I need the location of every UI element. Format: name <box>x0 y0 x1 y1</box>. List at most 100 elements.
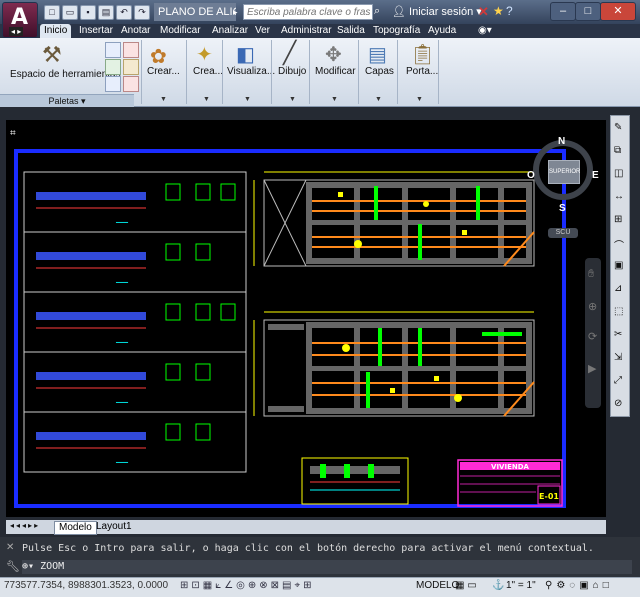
tool-icon-9[interactable]: ⬚ <box>614 306 623 317</box>
tab-salida[interactable]: Salida <box>337 24 365 38</box>
tab-inicio[interactable]: Inicio <box>40 24 72 38</box>
tab-options-icon[interactable]: ◉▾ <box>478 24 492 38</box>
search-icon[interactable]: ⌕ <box>374 5 380 18</box>
undo-icon[interactable]: ↶ <box>116 5 132 20</box>
tool-icon-12[interactable]: ⤢ <box>614 375 622 386</box>
compass-north[interactable]: N <box>558 136 565 147</box>
draw-button[interactable]: Dibujo <box>278 66 306 77</box>
palettes-panel-label[interactable]: Paletas ▾ <box>0 94 134 107</box>
create-button[interactable]: Crear... <box>147 66 180 77</box>
palette-icon-4[interactable] <box>123 59 139 75</box>
palette-icon-6[interactable] <box>123 76 139 92</box>
maximize-button[interactable]: □ <box>575 2 601 21</box>
tool-icon-10[interactable]: ✂ <box>614 329 622 340</box>
clipboard-dropdown-icon[interactable]: ▼ <box>416 96 423 103</box>
annotation-scale-icon[interactable]: ⚓ <box>492 580 504 591</box>
tab-anotar[interactable]: Anotar <box>121 24 150 38</box>
sign-in-link[interactable]: 👤︎ Iniciar sesión ▾ <box>392 5 482 18</box>
palette-icon-3[interactable] <box>105 59 121 75</box>
minimize-button[interactable]: – <box>550 2 576 21</box>
layers-dropdown-icon[interactable]: ▼ <box>375 96 382 103</box>
autocad-window: A ◂ ▸ □ ▭ ▪ ▤ ↶ ↷ PLANO DE ALIGER... ▸ ⌕… <box>0 0 640 597</box>
ribbon-separator <box>309 40 310 104</box>
tool-icon-4[interactable]: ↔ <box>614 191 624 202</box>
ucs-icon: ⌗ <box>10 128 16 139</box>
drawing-canvas[interactable]: ⌗ ━━━━ ━━━━ ━━━━ ━━━━ ━━━━ VIVIENDA E-01 <box>6 120 606 517</box>
tool-icon-1[interactable]: ✎ <box>614 122 622 133</box>
help-icon[interactable]: ? <box>506 4 513 18</box>
command-prompt-icon: ⊕▾ <box>22 561 41 572</box>
tool-icon-13[interactable]: ⊘ <box>614 398 622 409</box>
clipboard-button[interactable]: Porta... <box>406 66 438 77</box>
showmotion-icon[interactable]: ▶ <box>588 362 596 375</box>
tab-modificar[interactable]: Modificar <box>160 24 201 38</box>
tab-administrar[interactable]: Administrar <box>281 24 332 38</box>
create-block-dropdown-icon[interactable]: ▼ <box>203 96 210 103</box>
palette-icon-2[interactable] <box>123 42 139 58</box>
palette-icon-1[interactable] <box>105 42 121 58</box>
close-icon: ✕ <box>613 5 623 17</box>
title-block: VIVIENDA E-01 <box>457 459 563 507</box>
tab-insertar[interactable]: Insertar <box>79 24 113 38</box>
star-icon[interactable]: ★ <box>493 4 504 18</box>
tool-icon-8[interactable]: ⊿ <box>614 283 622 294</box>
palette-icon-5[interactable] <box>105 76 121 92</box>
tool-icon-11[interactable]: ⇲ <box>614 352 622 363</box>
draw-dropdown-icon[interactable]: ▼ <box>289 96 296 103</box>
tab-nav-arrows[interactable]: ◂◂◂▸▸ <box>10 521 40 530</box>
svg-text:━━━━: ━━━━ <box>115 280 129 286</box>
ribbon-separator <box>141 40 142 104</box>
app-version-badge: ◂ ▸ <box>9 27 24 36</box>
redo-icon[interactable]: ↷ <box>134 5 150 20</box>
status-tray-icons[interactable]: ⚲⚙◌▣⌂□ <box>545 580 613 591</box>
ribbon-separator <box>358 40 359 104</box>
tab-modelo[interactable]: Modelo <box>54 521 97 535</box>
search-input[interactable] <box>243 4 373 20</box>
compass-west[interactable]: O <box>527 170 535 181</box>
annotation-scale[interactable]: 1" = 1" <box>506 580 536 591</box>
open-file-icon[interactable]: ▭ <box>62 5 78 20</box>
command-input[interactable]: ⊕▾ ZOOM <box>22 560 632 574</box>
viewcube-top-face[interactable]: SUPERIOR <box>548 160 580 184</box>
coordinate-readout[interactable]: 773577.7354, 8988301.3523, 0.0000 <box>4 580 168 591</box>
modify-dropdown-icon[interactable]: ▼ <box>331 96 338 103</box>
slab-section-detail <box>301 457 409 505</box>
command-close-icon[interactable]: ✕ <box>6 542 14 553</box>
drafting-toggles[interactable]: ⊞⊡▦⟀∠◎⊕⊗⊠▤⌖⊞ <box>180 580 314 591</box>
compass-south[interactable]: S <box>559 203 566 214</box>
close-button[interactable]: ✕ <box>600 2 636 21</box>
tab-layout1[interactable]: Layout1 <box>92 521 136 533</box>
tool-icon-2[interactable]: ⧉ <box>614 145 621 156</box>
new-file-icon[interactable]: □ <box>44 5 60 20</box>
application-menu-button[interactable]: A ◂ ▸ <box>2 2 38 38</box>
print-icon[interactable]: ▤ <box>98 5 114 20</box>
tab-analizar[interactable]: Analizar <box>212 24 248 38</box>
layout-view-icons[interactable]: ▦ ▭ <box>455 580 477 591</box>
pan-icon[interactable]: ✋︎ <box>588 268 594 281</box>
visualize-button[interactable]: Visualiza... <box>227 66 275 77</box>
modify-button[interactable]: Modificar <box>315 66 356 77</box>
tool-icon-5[interactable]: ⊞ <box>614 214 622 225</box>
wrench-icon[interactable]: 🔧︎ <box>6 560 20 573</box>
compass-east[interactable]: E <box>592 170 599 181</box>
tab-ver[interactable]: Ver <box>255 24 270 38</box>
create-block-button[interactable]: Crea... <box>193 66 223 77</box>
save-icon[interactable]: ▪ <box>80 5 96 20</box>
zoom-icon[interactable]: ⊕ <box>588 300 597 313</box>
model-space-toggle[interactable]: MODELO <box>416 580 459 591</box>
ribbon-separator <box>186 40 187 104</box>
tool-icon-7[interactable]: ▣ <box>614 260 623 271</box>
tool-icon-6[interactable]: ⌒ <box>614 237 624 252</box>
layers-button[interactable]: Capas <box>365 66 394 77</box>
tab-ayuda[interactable]: Ayuda <box>428 24 456 38</box>
tab-topografia[interactable]: Topografía <box>373 24 420 38</box>
create-dropdown-icon[interactable]: ▼ <box>160 96 167 103</box>
chevron-right-icon[interactable]: ▸ <box>233 7 238 18</box>
visualize-dropdown-icon[interactable]: ▼ <box>244 96 251 103</box>
wcs-menu[interactable]: SCU <box>548 228 578 238</box>
tool-icon-3[interactable]: ◫ <box>614 168 623 179</box>
orbit-icon[interactable]: ⟳ <box>588 330 597 343</box>
exchange-icon[interactable]: ✕ <box>478 4 489 20</box>
user-icon: 👤︎ <box>392 6 406 18</box>
floor-plan-lower <box>253 311 535 417</box>
